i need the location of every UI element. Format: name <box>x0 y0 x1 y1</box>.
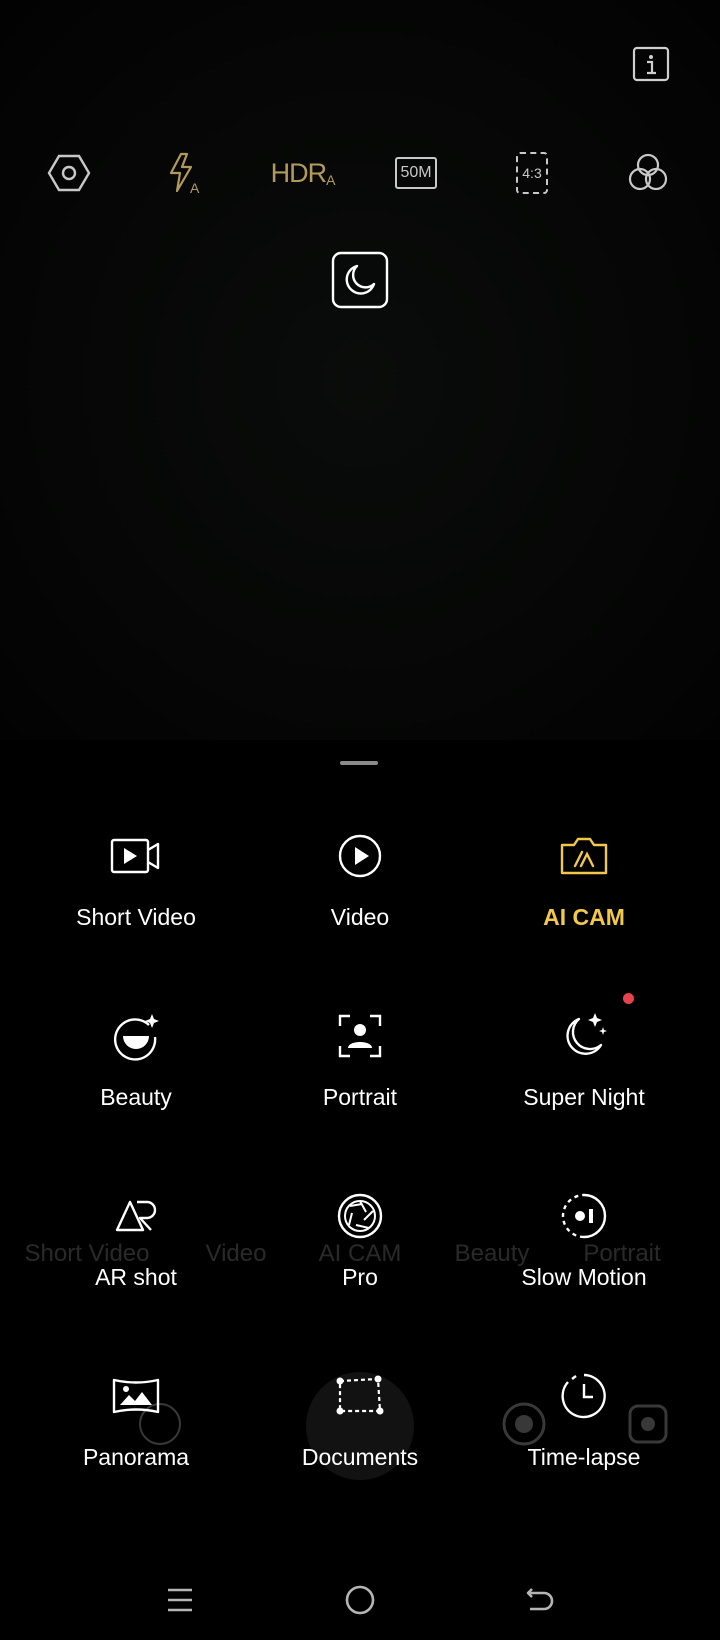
mode-label: Time-lapse <box>527 1444 641 1470</box>
night-mode-toggle[interactable] <box>331 251 389 309</box>
home-icon <box>345 1585 375 1615</box>
mode-portrait[interactable]: Portrait <box>245 1006 475 1136</box>
time-lapse-icon <box>554 1366 614 1426</box>
mode-label: AI CAM <box>543 904 625 930</box>
mode-panorama[interactable]: Panorama <box>21 1366 251 1496</box>
slow-motion-icon <box>554 1186 614 1246</box>
back-button[interactable] <box>516 1576 564 1624</box>
mode-short-video[interactable]: Short Video <box>21 826 251 956</box>
settings-button[interactable] <box>44 148 94 198</box>
ai-camera-icon <box>554 826 614 886</box>
mode-label: AR shot <box>95 1264 177 1290</box>
moon-icon <box>331 251 389 309</box>
mode-time-lapse[interactable]: Time-lapse <box>469 1366 699 1496</box>
mode-super-night[interactable]: Super Night <box>469 1006 699 1136</box>
mode-label: Short Video <box>76 904 196 930</box>
panorama-icon <box>106 1366 166 1426</box>
flash-button[interactable]: A <box>160 148 210 198</box>
mode-label: Pro <box>342 1264 378 1290</box>
filters-icon <box>628 153 668 191</box>
resolution-label: 50M <box>400 164 432 181</box>
info-icon <box>632 46 670 82</box>
mode-pro[interactable]: Pro <box>245 1186 475 1316</box>
mode-ai-cam[interactable]: AI CAM <box>469 826 699 956</box>
svg-text:A: A <box>190 180 200 195</box>
menu-icon <box>168 1588 192 1612</box>
mode-label: Documents <box>301 1444 419 1470</box>
sheet-drag-handle[interactable] <box>340 761 378 765</box>
mode-label: Panorama <box>82 1444 190 1470</box>
mode-ar-shot[interactable]: AR shot <box>21 1186 251 1316</box>
super-night-icon <box>554 1006 614 1066</box>
hdr-label: HDR <box>270 157 327 188</box>
system-navigation-bar <box>0 1568 720 1632</box>
mode-documents[interactable]: Documents <box>245 1366 475 1496</box>
short-video-icon <box>106 826 166 886</box>
resolution-icon: 50M <box>395 157 437 189</box>
mode-slow-motion[interactable]: Slow Motion <box>469 1186 699 1316</box>
aperture-icon <box>330 1186 390 1246</box>
menu-button[interactable] <box>156 1576 204 1624</box>
beauty-icon <box>106 1006 166 1066</box>
ar-icon <box>106 1186 166 1246</box>
settings-icon <box>47 154 91 192</box>
resolution-button[interactable]: 50M <box>392 148 440 198</box>
hdr-auto-sub: A <box>326 172 336 188</box>
mode-label: Portrait <box>322 1084 398 1110</box>
mode-beauty[interactable]: Beauty <box>21 1006 251 1136</box>
flash-auto-icon: A <box>169 152 200 195</box>
back-icon <box>526 1588 554 1611</box>
aspect-ratio-button[interactable]: 4:3 <box>514 148 550 198</box>
mode-label: Video <box>330 904 390 930</box>
mode-label: Beauty <box>100 1084 172 1110</box>
portrait-icon <box>330 1006 390 1066</box>
mode-video[interactable]: Video <box>245 826 475 956</box>
documents-icon <box>330 1366 390 1426</box>
home-button[interactable] <box>336 1576 384 1624</box>
filters-button[interactable] <box>624 148 672 198</box>
mode-label: Super Night <box>523 1084 645 1110</box>
mode-label: Slow Motion <box>521 1264 647 1290</box>
aspect-ratio-label: 4:3 <box>522 165 542 181</box>
hdr-button[interactable]: HDR A <box>268 148 338 198</box>
new-badge <box>623 993 634 1004</box>
aspect-ratio-icon: 4:3 <box>516 152 548 194</box>
camera-viewfinder[interactable] <box>0 0 720 760</box>
info-button[interactable] <box>632 46 672 82</box>
video-play-icon <box>330 826 390 886</box>
